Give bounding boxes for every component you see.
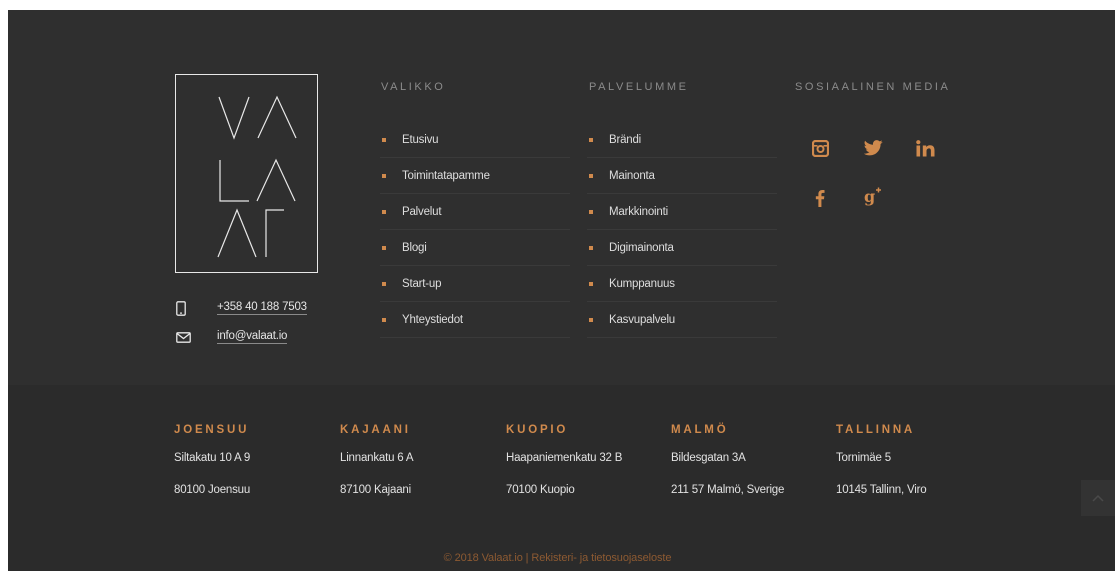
menu-item-palvelut[interactable]: Palvelut (380, 194, 570, 230)
office-street: Tornimäe 5 (836, 452, 891, 464)
twitter-icon[interactable] (861, 136, 885, 160)
svg-text:g: g (864, 187, 875, 206)
office-street: Haapaniemenkatu 32 B (506, 452, 623, 464)
service-item-label[interactable]: Kumppanuus (609, 278, 675, 290)
bullet-icon (589, 317, 593, 322)
service-item-label[interactable]: Kasvupalvelu (609, 314, 675, 326)
menu-list: Etusivu Toimintatapamme Palvelut Blogi S… (380, 122, 570, 338)
menu-heading: VALIKKO (381, 81, 446, 93)
service-item-kumppanuus[interactable]: Kumppanuus (587, 266, 777, 302)
envelope-icon (176, 328, 200, 346)
bullet-icon (382, 245, 386, 250)
menu-item-label[interactable]: Etusivu (402, 134, 439, 146)
menu-item-label[interactable]: Toimintatapamme (402, 170, 490, 182)
service-item-brandi[interactable]: Brändi (587, 122, 777, 158)
menu-item-blogi[interactable]: Blogi (380, 230, 570, 266)
bullet-icon (589, 173, 593, 178)
office-street: Bildesgatan 3A (671, 452, 746, 464)
scroll-to-top-button[interactable] (1081, 480, 1115, 516)
menu-item-yhteystiedot[interactable]: Yhteystiedot (380, 302, 570, 338)
bullet-icon (382, 209, 386, 214)
bullet-icon (382, 173, 386, 178)
bullet-icon (382, 281, 386, 286)
service-item-label[interactable]: Mainonta (609, 170, 655, 182)
office-joensuu: JOENSUU Siltakatu 10 A 9 80100 Joensuu (174, 424, 334, 496)
privacy-policy-link[interactable]: Rekisteri- ja tietosuojaseloste (531, 552, 671, 564)
service-item-label[interactable]: Markkinointi (609, 206, 668, 218)
copyright-label: © 2018 Valaat.io | (443, 552, 532, 564)
menu-item-label[interactable]: Start-up (402, 278, 442, 290)
email-link[interactable]: info@valaat.io (217, 330, 287, 344)
email-contact: info@valaat.io (176, 328, 287, 346)
copyright-text: © 2018 Valaat.io | Rekisteri- ja tietosu… (0, 552, 1115, 564)
menu-item-start-up[interactable]: Start-up (380, 266, 570, 302)
office-city: MALMÖ (671, 424, 729, 436)
office-zip: 80100 Joensuu (174, 484, 251, 496)
service-item-label[interactable]: Digimainonta (609, 242, 674, 254)
office-city: KAJAANI (340, 424, 411, 436)
service-item-markkinointi[interactable]: Markkinointi (587, 194, 777, 230)
office-zip: 10145 Tallinn, Viro (836, 484, 927, 496)
logo-mark-icon (217, 95, 297, 258)
bullet-icon (382, 317, 386, 322)
bullet-icon (589, 281, 593, 286)
office-zip: 87100 Kajaani (340, 484, 411, 496)
services-heading: PALVELUMME (589, 81, 689, 93)
service-item-digimainonta[interactable]: Digimainonta (587, 230, 777, 266)
menu-item-etusivu[interactable]: Etusivu (380, 122, 570, 158)
office-tallinna: TALLINNA Tornimäe 5 10145 Tallinn, Viro (836, 424, 996, 496)
services-list: Brändi Mainonta Markkinointi Digimainont… (587, 122, 777, 338)
facebook-icon[interactable] (808, 186, 832, 210)
phone-contact: +358 40 188 7503 (176, 299, 307, 317)
service-item-label[interactable]: Brändi (609, 134, 641, 146)
office-street: Siltakatu 10 A 9 (174, 452, 251, 464)
office-city: JOENSUU (174, 424, 250, 436)
office-city: KUOPIO (506, 424, 569, 436)
menu-item-label[interactable]: Yhteystiedot (402, 314, 463, 326)
google-plus-icon[interactable]: g (861, 184, 885, 208)
bullet-icon (589, 209, 593, 214)
office-malmo: MALMÖ Bildesgatan 3A 211 57 Malmö, Sveri… (671, 424, 831, 496)
linkedin-icon[interactable] (914, 136, 938, 160)
menu-item-toimintatapamme[interactable]: Toimintatapamme (380, 158, 570, 194)
office-kajaani: KAJAANI Linnankatu 6 A 87100 Kajaani (340, 424, 500, 496)
valaat-logo[interactable] (175, 74, 318, 273)
service-item-kasvupalvelu[interactable]: Kasvupalvelu (587, 302, 777, 338)
office-city: TALLINNA (836, 424, 916, 436)
office-street: Linnankatu 6 A (340, 452, 414, 464)
service-item-mainonta[interactable]: Mainonta (587, 158, 777, 194)
chevron-up-icon (1092, 494, 1104, 502)
bullet-icon (589, 137, 593, 142)
office-kuopio: KUOPIO Haapaniemenkatu 32 B 70100 Kuopio (506, 424, 666, 496)
office-zip: 70100 Kuopio (506, 484, 575, 496)
office-zip: 211 57 Malmö, Sverige (671, 484, 785, 496)
instagram-icon[interactable] (808, 136, 832, 160)
menu-item-label[interactable]: Blogi (402, 242, 427, 254)
phone-link[interactable]: +358 40 188 7503 (217, 301, 307, 315)
bullet-icon (382, 137, 386, 142)
bullet-icon (589, 245, 593, 250)
menu-item-label[interactable]: Palvelut (402, 206, 442, 218)
mobile-phone-icon (176, 299, 200, 317)
social-heading: SOSIAALINEN MEDIA (795, 81, 951, 93)
